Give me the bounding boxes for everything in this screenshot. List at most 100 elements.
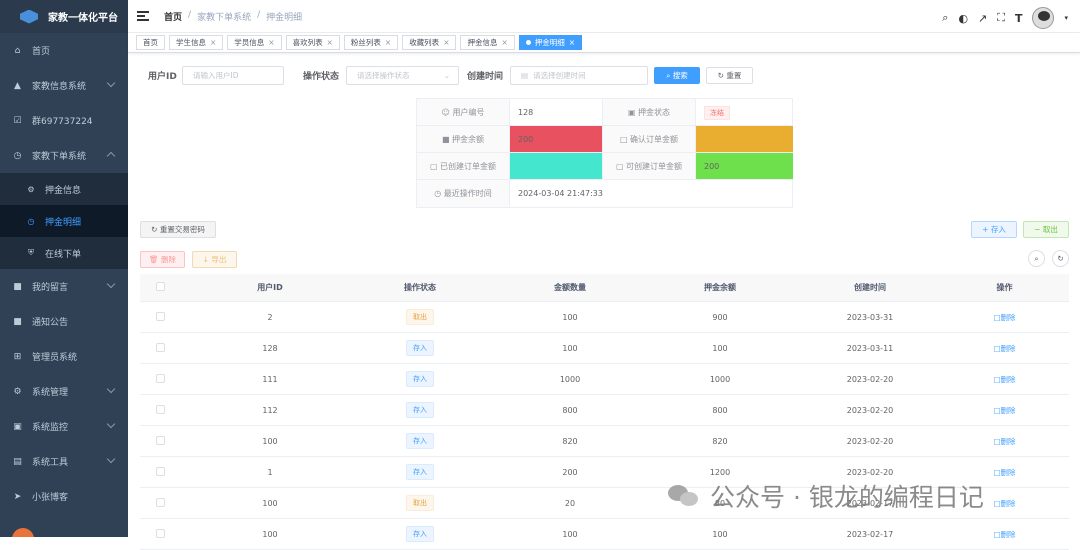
external-link-icon[interactable]: ↗ [978, 12, 987, 25]
user-id-input[interactable]: 请输入用户ID [182, 66, 284, 85]
delete-link-label: 删除 [1000, 374, 1016, 384]
close-icon[interactable]: × [210, 38, 216, 47]
sidebar-item-1[interactable]: ⌂ 首页 [0, 33, 128, 68]
deposit-button[interactable]: + 存入 [971, 221, 1017, 238]
sidebar-item-3[interactable]: ⊞ 管理员系统 [0, 339, 128, 374]
calendar-icon: ▤ [521, 71, 529, 80]
delete-link[interactable]: □删除 [993, 375, 1015, 384]
delete-link[interactable]: □删除 [993, 313, 1015, 322]
table-row: 111 存入 1000 1000 2023-02-20 □删除 [140, 364, 1069, 395]
tab-3[interactable]: 学员信息 × [227, 35, 282, 50]
chevron-down-icon [106, 454, 116, 464]
delete-link[interactable]: □删除 [993, 468, 1015, 477]
withdraw-button[interactable]: − 取出 [1023, 221, 1069, 238]
tab-4[interactable]: 喜欢列表 × [285, 35, 340, 50]
sidebar-item-label: 我的留言 [32, 283, 69, 293]
search-toggle-button[interactable]: ⌕ [1028, 250, 1045, 267]
row-checkbox[interactable] [155, 373, 165, 383]
tab-2[interactable]: 学生信息 × [169, 35, 224, 50]
status-badge: 冻结 [704, 106, 730, 120]
time-label: 创建时间 [467, 72, 504, 82]
sidebar-item-label: 通知公告 [32, 318, 69, 328]
checkbox-icon: ☑ [13, 115, 22, 126]
tab-8[interactable]: 押金明细 × [518, 35, 583, 50]
row-checkbox[interactable] [155, 435, 165, 445]
close-icon[interactable]: × [327, 38, 333, 47]
sidebar-item-4[interactable]: ⚙ 系统管理 [0, 374, 128, 409]
sidebar-item-2[interactable]: ▲ 家教信息系统 [0, 68, 128, 103]
row-checkbox[interactable] [155, 342, 165, 352]
row-checkbox[interactable] [155, 404, 165, 414]
status-badge: 取出 [406, 309, 434, 325]
fullscreen-icon[interactable]: ⛶ [997, 11, 1005, 25]
sidebar-item-5[interactable]: ▣ 系统监控 [0, 409, 128, 444]
search-button[interactable]: ⌕ 搜索 [654, 67, 700, 84]
trash-icon: □ [993, 343, 1001, 353]
delete-link[interactable]: □删除 [993, 499, 1015, 508]
table-header: 用户ID 操作状态 金额数量 押金余额 创建时间 操作 [140, 274, 1069, 302]
close-icon[interactable]: × [569, 38, 575, 47]
user-no-value: 128 [510, 99, 603, 126]
delete-link[interactable]: □删除 [993, 437, 1015, 446]
time-cell: 2023-02-20 [846, 374, 894, 384]
font-size-icon[interactable]: T [1015, 12, 1023, 25]
tab-5[interactable]: 粉丝列表 × [343, 35, 399, 50]
chevron-down-icon [106, 279, 116, 289]
caret-down-icon[interactable]: ▾ [1064, 14, 1068, 22]
avatar[interactable] [1032, 7, 1055, 29]
sidebar-item-6[interactable]: ▤ 系统工具 [0, 444, 128, 479]
row-checkbox[interactable] [155, 528, 165, 538]
github-icon[interactable]: ◐ [958, 12, 968, 25]
row-checkbox[interactable] [155, 466, 165, 476]
close-icon[interactable]: × [443, 38, 449, 47]
sidebar-item-3[interactable]: ☑ 群697737224 [0, 103, 128, 138]
delete-link[interactable]: □删除 [993, 406, 1015, 415]
logo[interactable]: 家教一体化平台 [0, 0, 128, 33]
sidebar-item-1[interactable]: ■ 我的留言 [0, 269, 128, 304]
close-icon[interactable]: × [268, 38, 274, 47]
status-select[interactable]: 请选择操作状态 ⌄ [346, 66, 459, 85]
reset-button[interactable]: ↻ 重置 [706, 67, 753, 84]
admin-icon: ⊞ [13, 351, 22, 362]
tab-label: 学员信息 [234, 38, 265, 47]
tab-7[interactable]: 押金信息 × [460, 35, 515, 50]
search-icon[interactable]: ⌕ [942, 11, 948, 25]
close-icon[interactable]: × [385, 38, 391, 47]
refresh-button[interactable]: ↻ [1052, 250, 1069, 267]
user-id-cell: 100 [262, 529, 278, 539]
amount-cell: 1000 [559, 374, 581, 384]
user-icon: ☺ [441, 108, 453, 117]
delete-link[interactable]: □删除 [993, 530, 1015, 539]
sidebar-item-3[interactable]: ⛨ 在线下单 [0, 237, 128, 269]
hamburger-icon[interactable] [137, 11, 149, 21]
sidebar-item-2[interactable]: ◷ 押金明细 [0, 205, 128, 237]
reset-password-button[interactable]: ↻ 重置交易密码 [140, 221, 216, 238]
close-icon[interactable]: × [501, 38, 507, 47]
chevron-down-icon [106, 78, 116, 88]
trash-icon: □ [993, 436, 1001, 446]
delete-button[interactable]: 🗑 删除 [140, 251, 185, 268]
amount-cell: 100 [562, 312, 578, 322]
time-picker[interactable]: ▤ 请选择创建时间 [510, 66, 648, 85]
notice-icon: ■ [13, 316, 22, 327]
sidebar-item-7[interactable]: ➤ 小张博客 [0, 479, 128, 514]
breadcrumb-item[interactable]: 首页 [164, 10, 182, 23]
export-button[interactable]: ↓ 导出 [192, 251, 237, 268]
sidebar-item-2[interactable]: ■ 通知公告 [0, 304, 128, 339]
delete-link[interactable]: □删除 [993, 344, 1015, 353]
balance-cell: 900 [712, 312, 728, 322]
balance-cell: 820 [712, 436, 728, 446]
sidebar-item-label: 系统管理 [32, 388, 69, 398]
deposit-descriptions: ☺ 用户编号 128 ▣ 押金状态 冻结 ■ 押金余额 200 □ 确认订单金额… [416, 98, 793, 208]
sidebar-item-4[interactable]: ◷ 家教下单系统 [0, 138, 128, 173]
tab-label: 首页 [143, 38, 158, 47]
row-checkbox[interactable] [155, 311, 165, 321]
amount-cell: 200 [562, 467, 578, 477]
row-checkbox[interactable] [155, 497, 165, 507]
tags-view: 首页 学生信息 × 学员信息 × 喜欢列表 × 粉丝列表 × 收藏列表 × 押金信息 × 押金明细 × [128, 33, 1080, 53]
tab-6[interactable]: 收藏列表 × [402, 35, 457, 50]
tab-1[interactable]: 首页 [136, 35, 165, 50]
sidebar-item-1[interactable]: ⚙ 押金信息 [0, 173, 128, 205]
select-all-checkbox[interactable] [155, 282, 165, 291]
send-icon: ➤ [13, 491, 22, 502]
